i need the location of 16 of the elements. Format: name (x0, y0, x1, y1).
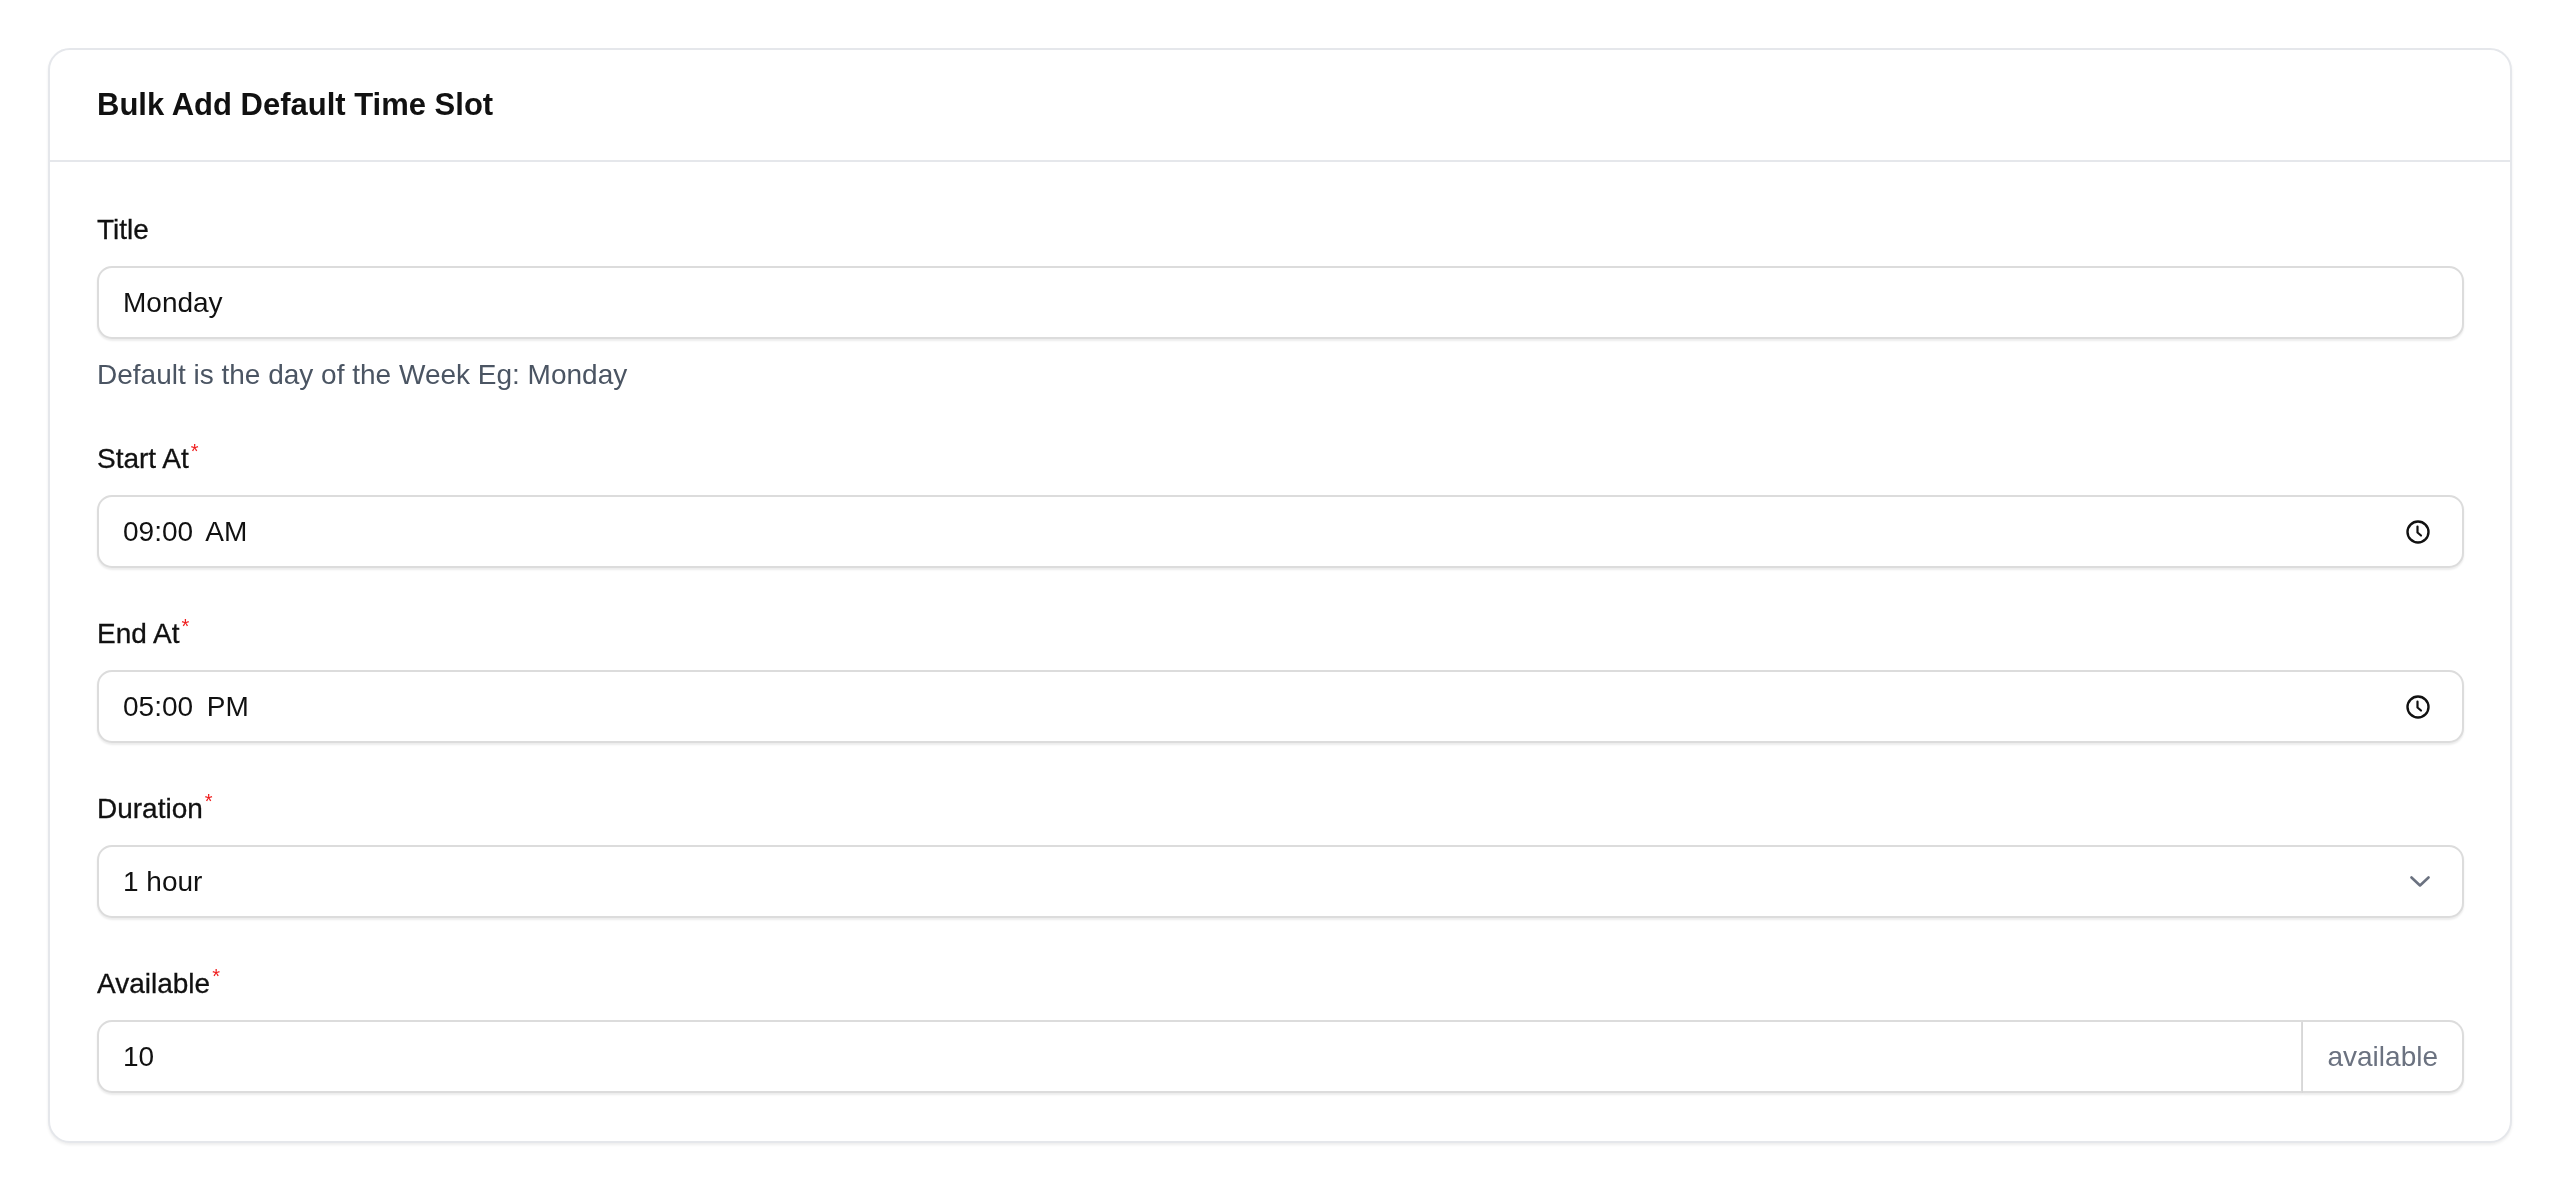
time-input[interactable]: 05:00 PM (97, 670, 2464, 743)
text-input[interactable]: Monday (97, 266, 2464, 339)
clock-icon (2406, 519, 2430, 544)
select-dropdown[interactable]: 1 hour (97, 845, 2464, 918)
field-label: Duration$^{*}$ (97, 791, 213, 826)
field-label: Title (97, 213, 149, 247)
chevron-down-icon (2410, 876, 2430, 887)
unit-addon: available (2303, 1020, 2464, 1093)
clock-icon (2406, 694, 2430, 719)
field-label: End At$^{*}$ (97, 616, 190, 651)
helper-text: Default is the day of the Week Eg: Monday (97, 358, 628, 392)
field-label: Start At$^{*}$ (97, 441, 199, 476)
card-title: Bulk Add Default Time Slot (97, 87, 494, 123)
field-label: Available$^{*}$ (97, 966, 220, 1001)
time-input[interactable]: 09:00 AM (97, 495, 2464, 568)
number-input[interactable]: 10 (97, 1020, 2304, 1093)
